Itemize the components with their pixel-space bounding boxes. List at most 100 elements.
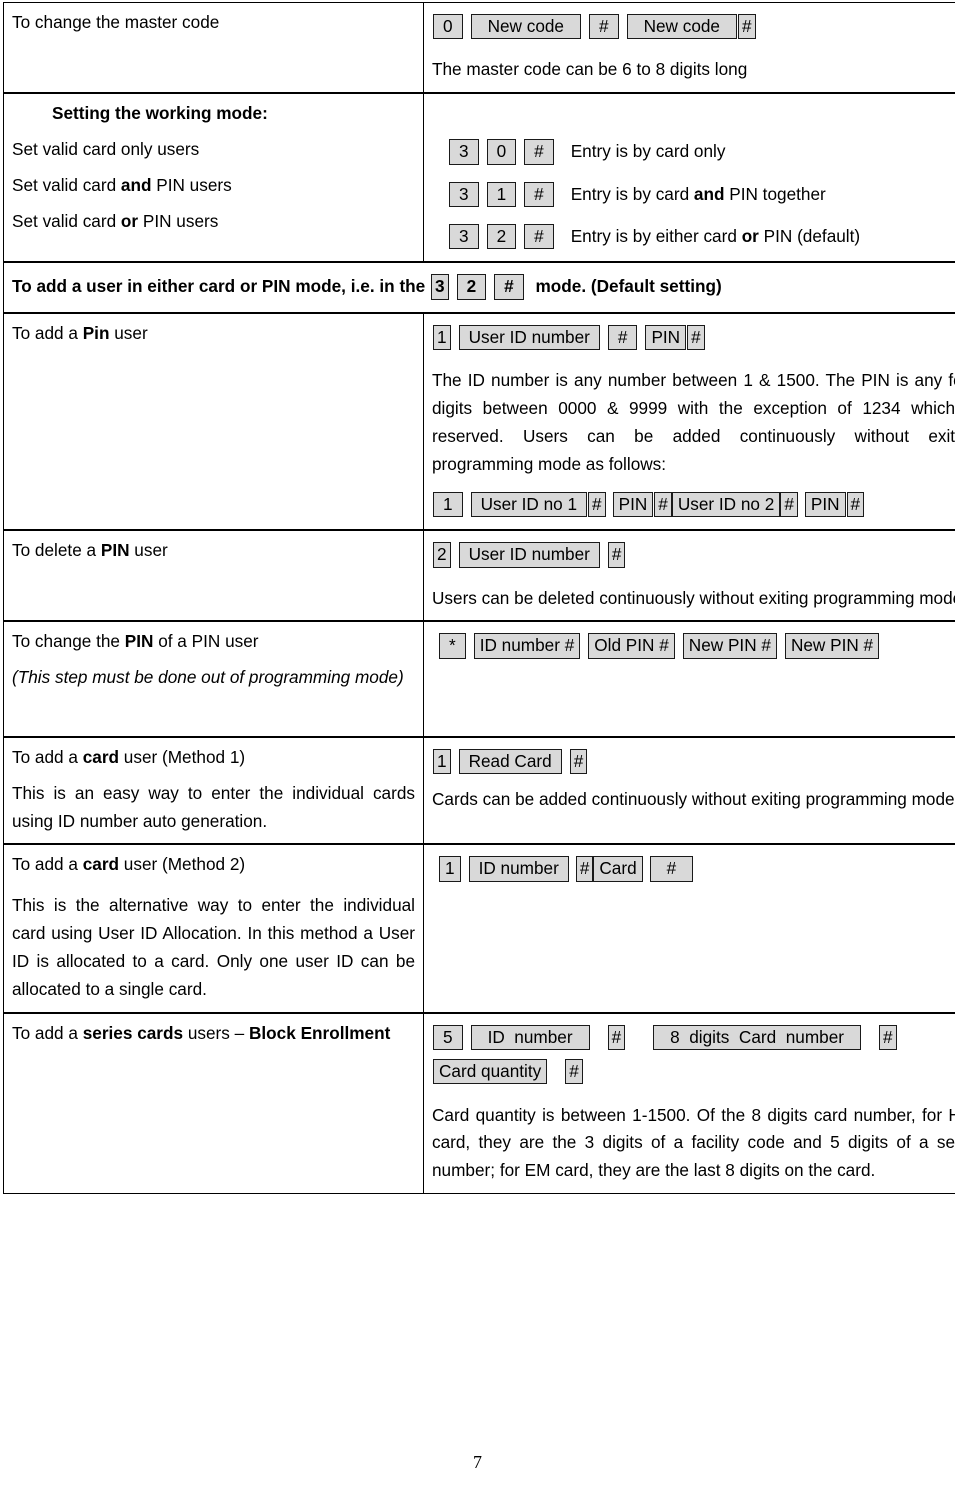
chip-id-number: ID number xyxy=(468,856,569,882)
cell-add-card-m1-content: 1 Read Card # Cards can be added continuou… xyxy=(423,735,955,845)
label-post: user (Method 1) xyxy=(119,746,246,767)
chip-hash: # xyxy=(524,224,554,250)
label-pre: To add a xyxy=(12,746,83,767)
working-mode-sequence-0: 3 0 # Entry is by card only xyxy=(432,134,955,168)
label-bold-block-enrollment: Block Enrollment xyxy=(248,1022,391,1043)
label-text-bold: or xyxy=(120,210,139,231)
desc-text-bold: or xyxy=(741,226,759,247)
chip-hash-2: # xyxy=(687,324,705,351)
block-enrollment-note: Card quantity is between 1-1500. Of the … xyxy=(432,1104,955,1181)
page-number: 7 xyxy=(473,1452,482,1472)
delete-pin-user-note: Users can be deleted continuously withou… xyxy=(432,587,955,608)
block-enrollment-label: To add a series cards users – Block Enro… xyxy=(12,1020,415,1048)
chip-hash-2: # xyxy=(654,491,672,518)
chip-hash-1: # xyxy=(575,856,594,882)
label-text-post: PIN users xyxy=(151,174,232,195)
working-mode-label-2: Set valid card or PIN users xyxy=(12,208,415,236)
chip-key-3: 3 xyxy=(449,224,479,250)
desc-text-bold: and xyxy=(693,183,725,204)
chip-old-pin: Old PIN # xyxy=(588,633,675,659)
chip-id-number: ID number # xyxy=(473,633,581,659)
table-row-add-user-banner: To add a user in either card or PIN mode… xyxy=(3,261,955,314)
working-mode-sequence-1: 3 1 # Entry is by card and PIN together xyxy=(432,177,955,211)
label-post: user xyxy=(129,540,168,561)
chip-8-digits-card-number: 8 digits Card number xyxy=(653,1024,862,1051)
chip-new-code-2: New code xyxy=(626,14,737,40)
chip-key-1: 1 xyxy=(439,856,461,882)
chip-hash: # xyxy=(524,139,554,165)
add-card-m2-label: To add a card user (Method 2) xyxy=(12,851,415,879)
cell-delete-pin-user-content: 2 User ID number # Users can be deleted co… xyxy=(423,529,955,622)
label-bold: PIN xyxy=(124,631,154,652)
label-text-pre: Set valid card xyxy=(12,174,121,195)
chip-hash-2: # xyxy=(649,856,694,882)
working-mode-label-1: Set valid card and PIN users xyxy=(12,172,415,200)
add-user-banner-text: To add a user in either card or PIN mode… xyxy=(12,269,955,303)
chip-pin-2: PIN xyxy=(804,491,846,518)
chip-card: Card xyxy=(593,856,643,882)
delete-pin-user-sequence: 2 User ID number # xyxy=(432,537,955,571)
chip-key-1: 1 xyxy=(486,181,517,208)
chip-hash: # xyxy=(524,181,554,208)
label-text-post: PIN users xyxy=(138,210,219,231)
chip-user-id-no-1: User ID no 1 xyxy=(470,491,588,518)
chip-read-card: Read Card xyxy=(458,748,562,775)
master-code-label: To change the master code xyxy=(12,12,220,32)
desc-text-post: PIN (default) xyxy=(758,226,861,247)
add-pin-user-label: To add a Pin user xyxy=(12,320,415,348)
chip-key-3: 3 xyxy=(449,181,479,208)
cell-add-pin-user-content: 1 User ID number # PIN # The ID number is an… xyxy=(423,311,955,531)
table-row-master-code: To change the master code 0 New code # New … xyxy=(3,2,955,94)
label-bold: card xyxy=(82,854,120,875)
label-mid: users – xyxy=(183,1022,249,1043)
working-mode-spacer xyxy=(432,100,955,126)
working-mode-heading: Setting the working mode: xyxy=(52,103,268,124)
chip-pin-1: PIN xyxy=(612,491,654,518)
add-card-m1-sequence: 1 Read Card # xyxy=(432,744,955,778)
chip-hash: # xyxy=(569,748,588,775)
chip-pin: PIN xyxy=(645,324,687,351)
chip-key-2: 2 xyxy=(486,224,517,250)
table-row-add-pin-user: To add a Pin user 1 User ID number # PIN # T… xyxy=(3,311,955,531)
working-mode-label-0: Set valid card only users xyxy=(12,136,415,164)
label-bold: PIN xyxy=(100,540,130,561)
working-mode-sequence-2: 3 2 # Entry is by either card or PIN (defau… xyxy=(432,219,955,253)
chip-hash: # xyxy=(607,542,626,568)
cell-change-pin-sequence: * ID number # Old PIN # New PIN # New PIN # xyxy=(423,620,955,738)
programming-instructions-table: To change the master code 0 New code # New … xyxy=(3,2,955,1195)
label-text-pre: Set valid card only users xyxy=(12,139,200,160)
label-post: user xyxy=(109,322,148,343)
label-post: of a PIN user xyxy=(153,631,259,652)
chip-hash-2: # xyxy=(879,1024,897,1051)
table-row-add-card-method-1: To add a card user (Method 1) This is an… xyxy=(3,735,955,845)
desc-text-pre: Entry is by card only xyxy=(570,141,726,162)
desc-text-pre: Entry is by either card xyxy=(570,226,742,247)
block-enrollment-sequence: 5 ID number #8 digits Card number # Card qua… xyxy=(432,1020,955,1089)
add-card-m1-label: To add a card user (Method 1) xyxy=(12,744,415,772)
chip-user-id-number: User ID number xyxy=(458,324,600,351)
chip-new-code-1: New code xyxy=(470,14,581,40)
table-row-change-pin: To change the PIN of a PIN user (This st… xyxy=(3,620,955,738)
chip-key-0: 0 xyxy=(486,139,517,165)
cell-add-card-m2-label: To add a card user (Method 2) This is th… xyxy=(3,843,424,1014)
add-card-m1-description: This is an easy way to enter the individ… xyxy=(12,782,415,831)
document-page: To change the master code 0 New code # New … xyxy=(0,0,955,1494)
label-pre: To add a xyxy=(12,854,83,875)
add-card-m1-note: Cards can be added continuously without … xyxy=(432,789,955,810)
chip-key-1: 1 xyxy=(433,491,463,518)
change-pin-spacer xyxy=(432,676,955,728)
cell-block-enrollment-label: To add a series cards users – Block Enro… xyxy=(3,1011,424,1195)
chip-card-quantity: Card quantity xyxy=(433,1059,548,1085)
chip-hash-2: # xyxy=(738,14,756,40)
banner-text-after: mode. (Default setting) xyxy=(535,276,722,297)
chip-key-2: 2 xyxy=(433,542,451,568)
chip-new-pin-1: New PIN # xyxy=(682,633,777,659)
chip-key-3: 3 xyxy=(431,274,449,300)
change-pin-label: To change the PIN of a PIN user xyxy=(12,628,415,656)
chip-key-2: 2 xyxy=(456,274,487,300)
chip-key-1: 1 xyxy=(433,324,451,351)
change-pin-sequence: * ID number # Old PIN # New PIN # New PIN # xyxy=(432,628,955,662)
add-pin-user-sequence-continuous: 1 User ID no 1 # PIN # User ID no 2 # PIN # xyxy=(432,487,955,521)
label-text-pre: Set valid card xyxy=(12,210,121,231)
chip-user-id-number: User ID number xyxy=(458,542,600,568)
